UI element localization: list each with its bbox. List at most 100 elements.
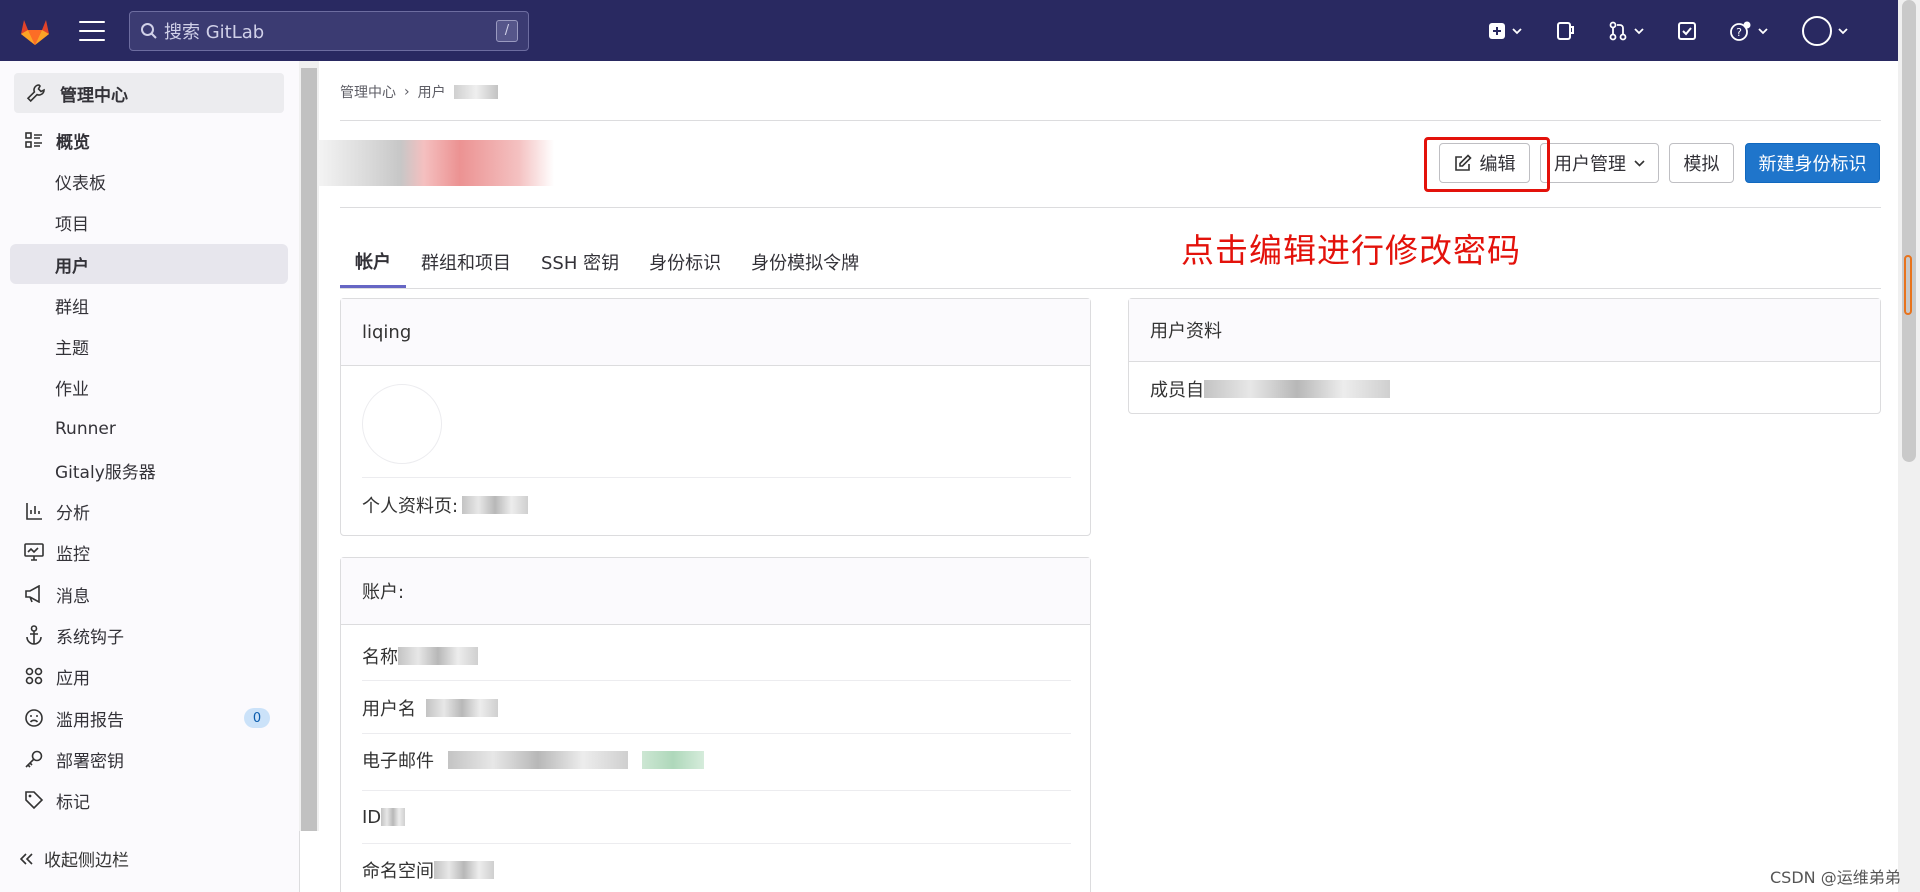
issues-button[interactable] [1556,21,1574,41]
chevron-down-icon [1634,27,1644,34]
username-row: 用户名 [362,690,1071,726]
search-icon [141,22,157,39]
namespace-row: 命名空间 [362,852,1071,888]
scrollbar-thumb[interactable] [301,68,317,831]
field-label: 用户名 [362,699,416,720]
sidebar-item-abuse-reports[interactable]: 滥用报告 0 [10,698,288,738]
scroll-marker [1904,255,1912,315]
divider [340,120,1881,121]
sidebar-item-messages[interactable]: 消息 [10,574,288,614]
collapse-label: 收起侧边栏 [44,851,129,871]
tab-identities[interactable]: 身份标识 [634,236,736,288]
menu-icon[interactable] [79,20,105,41]
id-row: ID [362,799,1071,835]
redacted-value [434,861,494,879]
redacted-value [448,751,628,769]
field-label: 电子邮件 [362,751,434,772]
email-row: 电子邮件 [362,742,1071,778]
sidebar-item-label: 滥用报告 [56,710,124,731]
redacted-value [462,496,529,514]
search-input[interactable]: 搜索 GitLab / [129,10,529,51]
profile-card-header: liqing [341,299,1090,366]
impersonate-button[interactable]: 模拟 [1669,143,1734,183]
sidebar-scrollbar[interactable] [299,61,319,831]
sidebar-item-label: 分析 [56,503,90,524]
todos-button[interactable] [1678,21,1696,40]
sidebar-item-topics[interactable]: 主题 [10,326,288,366]
new-identity-label: 新建身份标识 [1758,154,1867,175]
sidebar-header-admin[interactable]: 管理中心 [14,73,284,113]
analytics-icon [24,501,44,521]
gitlab-logo-icon[interactable] [17,13,52,48]
sidebar-item-label: 监控 [56,544,90,565]
breadcrumb-separator: › [404,84,410,100]
user-admin-dropdown[interactable]: 用户管理 [1540,143,1659,183]
field-label: 名称 [362,647,398,668]
tab-account[interactable]: 帐户 [340,236,406,288]
account-card: 账户: 名称 用户名 电子邮件 ID 命名空间 [340,557,1091,892]
chevron-down-icon [1838,27,1848,34]
sidebar-item-projects[interactable]: 项目 [10,202,288,242]
sidebar-item-analytics[interactable]: 分析 [10,491,288,531]
todo-icon [1678,21,1696,40]
create-new-button[interactable] [1488,22,1522,40]
user-tabs: 帐户 群组和项目 SSH 密钥 身份标识 身份模拟令牌 [340,236,874,288]
account-card-header: 账户: [341,558,1090,625]
sidebar-item-dashboard[interactable]: 仪表板 [10,161,288,201]
new-identity-button[interactable]: 新建身份标识 [1745,143,1880,183]
help-button[interactable]: ? [1730,21,1768,41]
scrollbar-thumb[interactable] [1902,0,1916,462]
username: liqing [362,321,412,343]
avatar [1802,15,1832,46]
top-navbar: 搜索 GitLab / ? [0,0,1898,61]
user-menu-button[interactable] [1802,15,1848,46]
sidebar-item-groups[interactable]: 群组 [10,285,288,325]
page-scrollbar[interactable] [1898,0,1920,892]
sidebar-item-overview[interactable]: 概览 [10,120,288,160]
sidebar-item-label: 作业 [55,379,89,400]
divider [362,733,1071,734]
key-icon [24,749,44,769]
divider [340,207,1881,208]
page-title-redacted [318,140,554,186]
sidebar-item-runner[interactable]: Runner [10,409,288,449]
divider [362,680,1071,681]
sidebar: 管理中心 概览 仪表板 项目 用户 群组 主题 作业 Runner Gitaly… [0,61,300,892]
wrench-icon [26,84,45,103]
merge-requests-button[interactable] [1608,21,1644,41]
monitor-icon [24,542,44,562]
breadcrumb-users-link[interactable]: 用户 [418,82,446,102]
sidebar-item-labels[interactable]: 标记 [10,780,288,820]
search-shortcut-key: / [496,19,518,42]
sidebar-item-label: 系统钩子 [56,627,124,648]
merge-request-icon [1609,21,1627,40]
collapse-sidebar-button[interactable]: 收起侧边栏 [20,846,129,871]
apps-icon [24,666,44,686]
breadcrumb-admin-link[interactable]: 管理中心 [340,82,396,102]
user-info-card-title: 用户资料 [1150,321,1222,342]
field-label: ID [362,806,382,828]
sidebar-item-gitaly[interactable]: Gitaly服务器 [10,450,288,490]
redacted-value [398,647,478,665]
user-info-card-header: 用户资料 [1129,299,1880,362]
sidebar-item-label: Gitaly服务器 [55,462,156,483]
abuse-icon [24,708,44,728]
sidebar-item-label: 概览 [56,132,90,153]
sidebar-item-jobs[interactable]: 作业 [10,367,288,407]
field-label: 命名空间 [362,861,434,882]
tab-impersonation-tokens[interactable]: 身份模拟令牌 [736,236,874,288]
annotation-text: 点击编辑进行修改密码 [1181,231,1521,270]
tab-groups-projects[interactable]: 群组和项目 [406,236,526,288]
tab-ssh-keys[interactable]: SSH 密钥 [526,236,634,288]
count-badge: 0 [244,708,270,728]
sidebar-item-applications[interactable]: 应用 [10,656,288,696]
avatar [362,384,442,464]
sidebar-item-label: Runner [55,419,116,439]
sidebar-item-monitoring[interactable]: 监控 [10,532,288,572]
sidebar-item-label: 用户 [55,256,89,277]
sidebar-item-deploy-keys[interactable]: 部署密钥 [10,739,288,779]
overview-icon [24,130,44,150]
sidebar-item-users[interactable]: 用户 [10,244,288,284]
impersonate-label: 模拟 [1683,154,1720,175]
sidebar-item-system-hooks[interactable]: 系统钩子 [10,615,288,655]
